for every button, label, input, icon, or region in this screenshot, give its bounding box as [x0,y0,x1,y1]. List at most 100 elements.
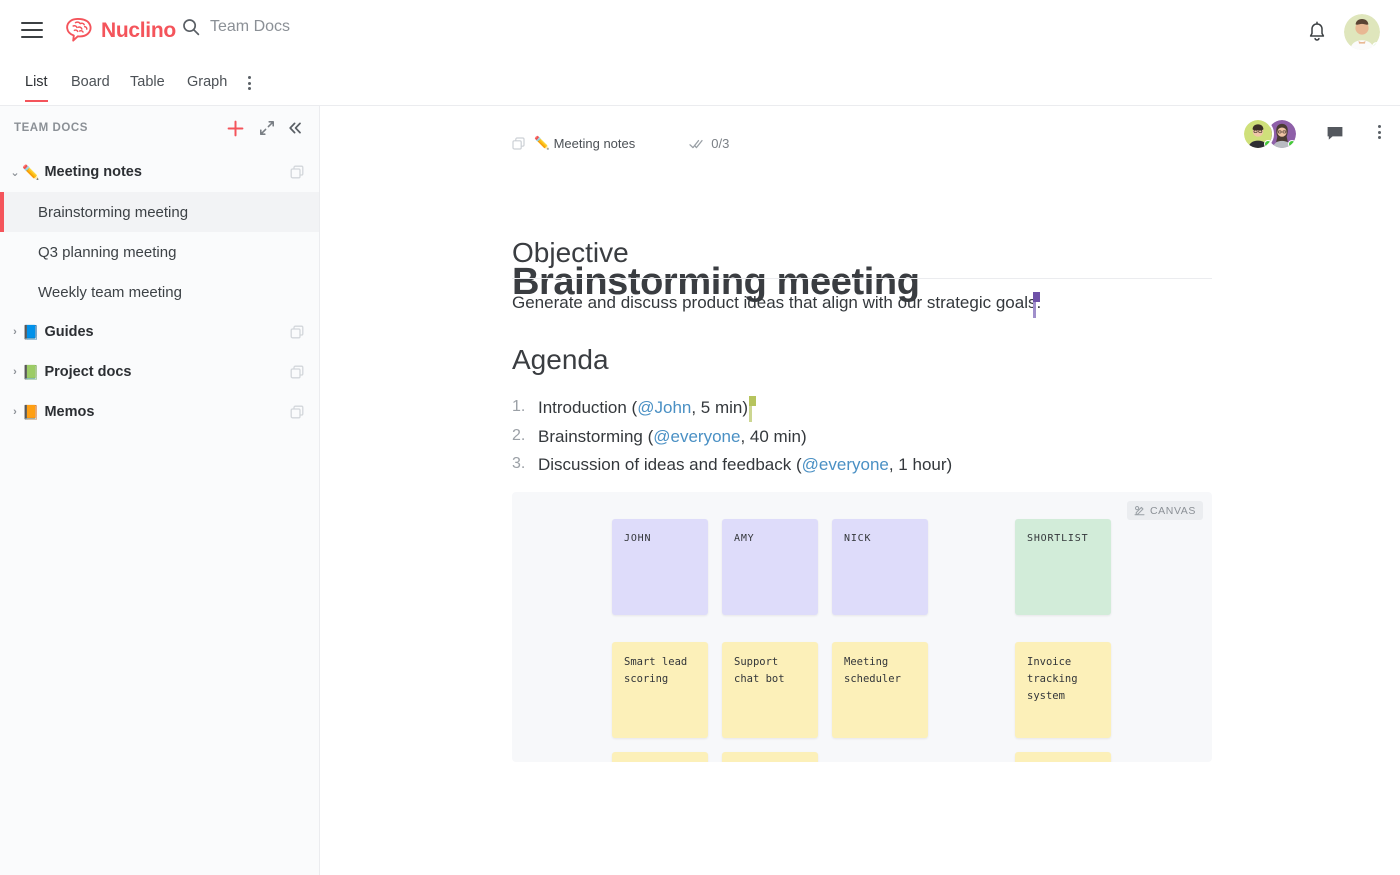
canvas-badge-label: CANVAS [1150,505,1196,517]
heading-agenda[interactable]: Agenda [512,344,1212,385]
document-toolbar [1242,118,1386,150]
canvas-embed[interactable]: CANVAS JOHNAMYNICK SHORTLIST Smart lead sc… [512,492,1212,762]
duplicate-icon[interactable] [290,405,304,419]
duplicate-icon[interactable] [290,365,304,379]
canvas-badge[interactable]: CANVAS [1127,501,1203,520]
agenda-item-number: 1. [512,394,525,421]
more-vertical-icon[interactable] [243,76,255,92]
tab-graph[interactable]: Graph [187,74,227,100]
sidebar-header: TEAM DOCS [0,106,319,152]
orange-book-icon: 📙 [22,405,39,419]
canvas-sticky-note[interactable]: Smart lead scoring [612,642,708,738]
sidebar-item-weekly-team-meeting[interactable]: Weekly team meeting [0,272,319,312]
chevron-down-icon[interactable]: ⌄ [8,166,22,179]
canvas-sticky-note[interactable]: SHORTLIST [1015,519,1111,615]
sidebar-item-q3-planning-meeting[interactable]: Q3 planning meeting [0,232,319,272]
task-progress[interactable]: 0/3 [689,136,729,151]
canvas-sticky-note[interactable]: NICK [832,519,928,615]
duplicate-icon[interactable] [512,137,525,150]
sidebar-collection-meeting-notes[interactable]: ⌄ ✏️ Meeting notes [0,152,319,192]
chevron-right-icon[interactable]: › [8,406,22,418]
sidebar-collection-label: Memos [44,404,94,420]
remote-cursor-purple [1033,292,1039,318]
sidebar-item-brainstorming-meeting[interactable]: Brainstorming meeting [0,192,319,232]
agenda-item-number: 3. [512,451,525,478]
user-avatar[interactable] [1344,14,1380,50]
tab-table[interactable]: Table [130,74,165,100]
sidebar-item-label: Weekly team meeting [38,284,182,301]
canvas-sticky-note[interactable]: Expense tracker [612,752,708,762]
pencil-icon: ✏️ [22,165,39,179]
collaborator-avatars [1242,118,1298,150]
green-book-icon: 📗 [22,365,39,379]
agenda-list: 1. Introduction (@John, 5 min) 2. Brainsto… [512,394,952,480]
app-logo-text: Nuclino [101,19,176,43]
canvas-sticky-note[interactable]: Support chat bot [722,642,818,738]
mention-john[interactable]: @John [637,398,691,417]
bell-icon[interactable] [1307,21,1327,43]
agenda-item-pre: Discussion of ideas and feedback ( [538,455,802,474]
view-tab-bar: List Board Table Graph Saved [0,64,1400,106]
hamburger-menu-icon[interactable] [21,22,43,42]
plus-icon[interactable] [227,120,244,137]
canvas-pen-icon [1134,505,1145,516]
breadcrumb: ✏️ Meeting notes 0/3 [512,136,729,151]
breadcrumb-collection-link[interactable]: Meeting notes [554,136,636,151]
agenda-item-number: 2. [512,423,525,450]
search-input[interactable]: Team Docs [182,18,290,36]
sidebar-collection-label: Project docs [44,364,131,380]
presence-indicator [1372,42,1380,50]
search-icon [182,18,200,36]
task-progress-label: 0/3 [711,136,729,151]
duplicate-icon[interactable] [290,165,304,179]
double-check-icon [689,138,704,150]
canvas-sticky-note[interactable]: Staff rotation planner [722,752,818,762]
canvas-sticky-note[interactable]: Meeting scheduler [832,642,928,738]
remote-cursor-green [749,396,755,422]
canvas-sticky-note[interactable]: AMY [722,519,818,615]
document-pane: ✏️ Meeting notes 0/3 Brainstorming meeti… [320,106,1400,875]
chevron-right-icon[interactable]: › [8,326,22,338]
chevrons-left-icon[interactable] [287,120,303,136]
app-logo[interactable]: Nuclino [66,18,176,44]
agenda-item-pre: Introduction ( [538,398,637,417]
tab-list[interactable]: List [25,74,48,102]
search-placeholder: Team Docs [210,18,290,36]
blue-book-icon: 📘 [22,325,39,339]
agenda-item[interactable]: 1. Introduction (@John, 5 min) [512,394,952,423]
agenda-item-pre: Brainstorming ( [538,427,653,446]
comment-icon[interactable] [1326,125,1344,143]
sidebar-item-label: Brainstorming meeting [38,204,188,221]
heading-objective[interactable]: Objective [512,237,1212,279]
sidebar-title: TEAM DOCS [14,122,88,134]
expand-icon[interactable] [259,120,275,136]
presence-indicator [1288,140,1296,148]
presence-indicator [1264,140,1272,148]
canvas-sticky-note[interactable]: Invoice tracking system [1015,642,1111,738]
top-bar: Nuclino Team Docs [0,0,1400,64]
mention-everyone[interactable]: @everyone [653,427,740,446]
sidebar: TEAM DOCS ⌄ ✏️ Meeting notes Brainstormi… [0,106,320,875]
brain-speech-bubble-icon [66,18,94,44]
pencil-icon: ✏️ [534,136,550,151]
chevron-right-icon[interactable]: › [8,366,22,378]
mention-everyone[interactable]: @everyone [802,455,889,474]
tab-board[interactable]: Board [71,74,110,100]
agenda-item-post: , 40 min) [740,427,806,446]
sidebar-item-label: Q3 planning meeting [38,244,176,261]
sidebar-collection-label: Meeting notes [44,164,141,180]
duplicate-icon[interactable] [290,325,304,339]
sidebar-collection-project-docs[interactable]: › 📗 Project docs [0,352,319,392]
objective-body[interactable]: Generate and discuss product ideas that … [512,291,1041,315]
sidebar-collection-label: Guides [44,324,93,340]
more-vertical-icon[interactable] [1372,125,1386,143]
agenda-item[interactable]: 3. Discussion of ideas and feedback (@eve… [512,451,952,480]
sidebar-collection-guides[interactable]: › 📘 Guides [0,312,319,352]
sidebar-collection-memos[interactable]: › 📙 Memos [0,392,319,432]
canvas-sticky-note[interactable]: Quick survey tool [1015,752,1111,762]
collaborator-avatar-1[interactable] [1242,118,1274,150]
canvas-sticky-note[interactable]: JOHN [612,519,708,615]
agenda-item-post: , 1 hour) [889,455,952,474]
agenda-item[interactable]: 2. Brainstorming (@everyone, 40 min) [512,423,952,452]
agenda-item-post: , 5 min) [691,398,748,417]
